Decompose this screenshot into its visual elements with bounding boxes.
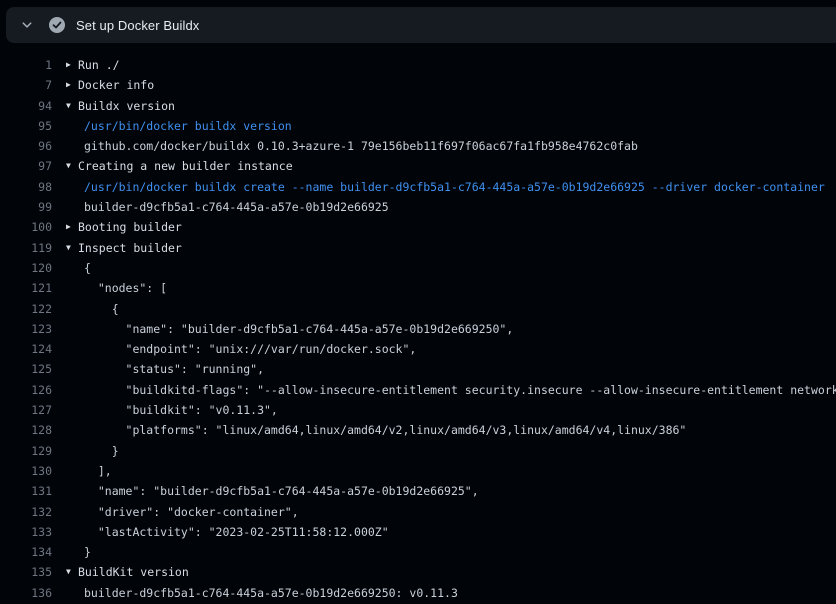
- line-number[interactable]: 121: [0, 278, 52, 298]
- log-line: 127 "buildkit": "v0.11.3",: [0, 400, 836, 420]
- log-line: 1 ▶ Run ./: [0, 55, 836, 75]
- log-line: 130 ],: [0, 461, 836, 481]
- line-number[interactable]: 96: [0, 136, 52, 156]
- log-text: {: [84, 299, 119, 319]
- log-line: 97 ▼ Creating a new builder instance: [0, 156, 836, 176]
- log-line: 124 "endpoint": "unix:///var/run/docker.…: [0, 339, 836, 359]
- log-line: 133 "lastActivity": "2023-02-25T11:58:12…: [0, 522, 836, 542]
- line-number[interactable]: 131: [0, 481, 52, 501]
- chevron-down-icon[interactable]: [14, 7, 40, 43]
- step-title: Set up Docker Buildx: [76, 18, 199, 33]
- log-line: 94 ▼ Buildx version: [0, 96, 836, 116]
- log-line: 126 "buildkitd-flags": "--allow-insecure…: [0, 380, 836, 400]
- log-line: 123 "name": "builder-d9cfb5a1-c764-445a-…: [0, 319, 836, 339]
- check-circle-icon: [49, 17, 65, 33]
- log-text: github.com/docker/buildx 0.10.3+azure-1 …: [84, 136, 638, 156]
- log-text: /usr/bin/docker buildx create --name bui…: [84, 177, 825, 197]
- log-line: 100 ▶ Booting builder: [0, 217, 836, 237]
- log-line: 7 ▶ Docker info: [0, 75, 836, 95]
- line-number[interactable]: 123: [0, 319, 52, 339]
- line-number[interactable]: 124: [0, 339, 52, 359]
- log-text[interactable]: Docker info: [78, 75, 154, 95]
- log-line: 128 "platforms": "linux/amd64,linux/amd6…: [0, 420, 836, 440]
- log-text: "buildkit": "v0.11.3",: [84, 400, 278, 420]
- log-text: ],: [84, 461, 112, 481]
- log-text: "lastActivity": "2023-02-25T11:58:12.000…: [84, 522, 389, 542]
- line-number[interactable]: 126: [0, 380, 52, 400]
- log-line: 96 github.com/docker/buildx 0.10.3+azure…: [0, 136, 836, 156]
- log-line: 132 "driver": "docker-container",: [0, 502, 836, 522]
- group-expanded-icon[interactable]: ▼: [66, 238, 78, 258]
- actions-log-viewer: Set up Docker Buildx 1 ▶ Run ./ 7 ▶ Dock…: [0, 0, 836, 604]
- log-line: 122 {: [0, 299, 836, 319]
- log-text[interactable]: Creating a new builder instance: [78, 156, 293, 176]
- log-text: "name": "builder-d9cfb5a1-c764-445a-a57e…: [84, 481, 479, 501]
- line-number[interactable]: 128: [0, 420, 52, 440]
- log-text[interactable]: Run ./: [78, 55, 120, 75]
- log-text[interactable]: Buildx version: [78, 96, 175, 116]
- log-text: }: [84, 542, 91, 562]
- line-number[interactable]: 7: [0, 75, 52, 95]
- line-number[interactable]: 98: [0, 177, 52, 197]
- log-text[interactable]: Inspect builder: [78, 238, 182, 258]
- log-line: 135 ▼ BuildKit version: [0, 562, 836, 582]
- line-number[interactable]: 1: [0, 55, 52, 75]
- line-number[interactable]: 133: [0, 522, 52, 542]
- group-collapsed-icon[interactable]: ▶: [66, 55, 78, 75]
- log-line: 119 ▼ Inspect builder: [0, 238, 836, 258]
- line-number[interactable]: 99: [0, 197, 52, 217]
- line-number[interactable]: 135: [0, 562, 52, 582]
- log-text[interactable]: Booting builder: [78, 217, 182, 237]
- group-collapsed-icon[interactable]: ▶: [66, 75, 78, 95]
- log-line: 136 builder-d9cfb5a1-c764-445a-a57e-0b19…: [0, 583, 836, 603]
- log-text: "name": "builder-d9cfb5a1-c764-445a-a57e…: [84, 319, 513, 339]
- group-expanded-icon[interactable]: ▼: [66, 96, 78, 116]
- log-line: 120 {: [0, 258, 836, 278]
- log-text: "driver": "docker-container",: [84, 502, 299, 522]
- line-number[interactable]: 120: [0, 258, 52, 278]
- line-number[interactable]: 119: [0, 238, 52, 258]
- log-text: "platforms": "linux/amd64,linux/amd64/v2…: [84, 420, 686, 440]
- line-number[interactable]: 129: [0, 441, 52, 461]
- log-text: }: [84, 441, 119, 461]
- step-header[interactable]: Set up Docker Buildx: [6, 7, 836, 43]
- line-number[interactable]: 97: [0, 156, 52, 176]
- log-line: 129 }: [0, 441, 836, 461]
- line-number[interactable]: 127: [0, 400, 52, 420]
- log-line: 134 }: [0, 542, 836, 562]
- log-line: 121 "nodes": [: [0, 278, 836, 298]
- line-number[interactable]: 136: [0, 583, 52, 603]
- log-text: "status": "running",: [84, 359, 264, 379]
- log-text: "endpoint": "unix:///var/run/docker.sock…: [84, 339, 416, 359]
- log-text: builder-d9cfb5a1-c764-445a-a57e-0b19d2e6…: [84, 197, 389, 217]
- log-text: "buildkitd-flags": "--allow-insecure-ent…: [84, 380, 836, 400]
- line-number[interactable]: 122: [0, 299, 52, 319]
- line-number[interactable]: 95: [0, 116, 52, 136]
- log-line: 125 "status": "running",: [0, 359, 836, 379]
- group-expanded-icon[interactable]: ▼: [66, 156, 78, 176]
- log-lines: 1 ▶ Run ./ 7 ▶ Docker info 94 ▼ Buildx v…: [0, 44, 836, 604]
- log-line: 95 /usr/bin/docker buildx version: [0, 116, 836, 136]
- log-text: /usr/bin/docker buildx version: [84, 116, 292, 136]
- log-line: 131 "name": "builder-d9cfb5a1-c764-445a-…: [0, 481, 836, 501]
- line-number[interactable]: 125: [0, 359, 52, 379]
- log-text: "nodes": [: [84, 278, 167, 298]
- log-text[interactable]: BuildKit version: [78, 562, 189, 582]
- group-collapsed-icon[interactable]: ▶: [66, 217, 78, 237]
- line-number[interactable]: 134: [0, 542, 52, 562]
- line-number[interactable]: 130: [0, 461, 52, 481]
- group-expanded-icon[interactable]: ▼: [66, 562, 78, 582]
- log-text: {: [84, 258, 91, 278]
- log-line: 98 /usr/bin/docker buildx create --name …: [0, 177, 836, 197]
- line-number[interactable]: 132: [0, 502, 52, 522]
- line-number[interactable]: 94: [0, 96, 52, 116]
- line-number[interactable]: 100: [0, 217, 52, 237]
- log-line: 99 builder-d9cfb5a1-c764-445a-a57e-0b19d…: [0, 197, 836, 217]
- log-text: builder-d9cfb5a1-c764-445a-a57e-0b19d2e6…: [84, 583, 458, 603]
